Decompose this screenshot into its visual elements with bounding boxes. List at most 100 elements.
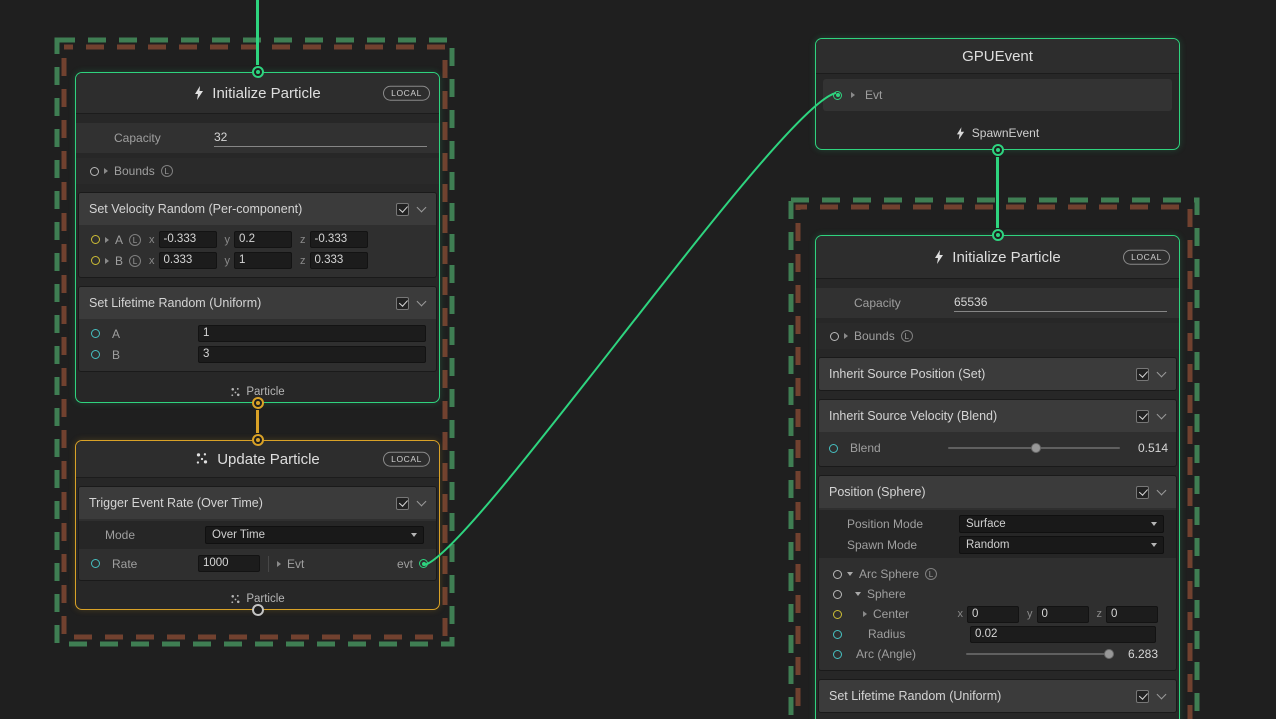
- value-field[interactable]: 1: [198, 325, 426, 342]
- x-field[interactable]: 0.333: [159, 252, 217, 269]
- foldout-arrow-icon[interactable]: [855, 592, 861, 596]
- evt-output-port[interactable]: [419, 559, 428, 568]
- node-initialize-particle-right[interactable]: Initialize Particle LOCAL Capacity 65536…: [815, 235, 1180, 719]
- enabled-checkbox[interactable]: [1136, 410, 1149, 423]
- x-field[interactable]: -0.333: [159, 231, 217, 248]
- evt-input-port[interactable]: [833, 91, 842, 100]
- arc-sphere-row: Arc Sphere L: [831, 564, 1168, 584]
- enabled-checkbox[interactable]: [396, 497, 409, 510]
- capacity-field[interactable]: 32: [214, 130, 427, 147]
- center-label: Center: [873, 607, 909, 621]
- local-space-icon[interactable]: L: [901, 330, 913, 342]
- particle-output-port[interactable]: [252, 397, 264, 409]
- position-mode-dropdown[interactable]: Surface: [959, 515, 1164, 533]
- node-initialize-particle-left[interactable]: Initialize Particle LOCAL Capacity 32 Bo…: [75, 72, 440, 403]
- float-port[interactable]: [91, 350, 100, 359]
- collapse-chevron-icon[interactable]: [1157, 486, 1167, 496]
- axis-z-label: z: [300, 234, 306, 246]
- enabled-checkbox[interactable]: [396, 203, 409, 216]
- block-inherit-source-position[interactable]: Inherit Source Position (Set): [818, 357, 1177, 391]
- vfx-graph-canvas[interactable]: Initialize Particle LOCAL Capacity 32 Bo…: [0, 0, 1276, 719]
- spawn-mode-dropdown[interactable]: Random: [959, 536, 1164, 554]
- bounds-port[interactable]: [830, 332, 839, 341]
- rate-field[interactable]: 1000: [198, 555, 260, 572]
- flow-input-port[interactable]: [992, 229, 1004, 241]
- center-y-field[interactable]: 0: [1037, 606, 1089, 623]
- blend-value[interactable]: 0.514: [1128, 441, 1168, 455]
- node-title: Initialize Particle: [952, 249, 1060, 266]
- spawn-event-output-port[interactable]: [992, 144, 1004, 156]
- block-trigger-event-rate[interactable]: Trigger Event Rate (Over Time) Mode Over…: [78, 486, 437, 581]
- block-inherit-source-velocity[interactable]: Inherit Source Velocity (Blend) Blend 0.…: [818, 399, 1177, 467]
- arc-angle-row: Arc (Angle) 6.283: [831, 644, 1168, 664]
- float-port[interactable]: [91, 329, 100, 338]
- float-port[interactable]: [829, 444, 838, 453]
- local-space-icon[interactable]: L: [161, 165, 173, 177]
- edge-evt-to-gpuevent[interactable]: [424, 93, 836, 565]
- flow-input-port[interactable]: [252, 434, 264, 446]
- y-field[interactable]: 0.2: [234, 231, 292, 248]
- position-mode-value: Surface: [966, 518, 1006, 530]
- collapse-chevron-icon[interactable]: [417, 203, 427, 213]
- bounds-label: Bounds: [854, 329, 895, 343]
- block-title: Set Velocity Random (Per-component): [89, 202, 302, 216]
- y-field[interactable]: 1: [234, 252, 292, 269]
- expand-arrow-icon[interactable]: [105, 258, 109, 264]
- bounds-port[interactable]: [90, 167, 99, 176]
- arc-slider[interactable]: [966, 648, 1110, 660]
- expand-arrow-icon[interactable]: [851, 92, 855, 98]
- radius-field[interactable]: 0.02: [970, 626, 1156, 643]
- vector-port[interactable]: [91, 256, 100, 265]
- mode-dropdown[interactable]: Over Time: [205, 526, 424, 544]
- particle-output-port[interactable]: [252, 604, 264, 616]
- footer-label: Particle: [246, 386, 284, 398]
- enabled-checkbox[interactable]: [1136, 486, 1149, 499]
- enabled-checkbox[interactable]: [1136, 368, 1149, 381]
- expand-arrow-icon[interactable]: [277, 561, 281, 567]
- arc-port[interactable]: [833, 650, 842, 659]
- capacity-row: Capacity 32: [76, 123, 439, 153]
- float-port[interactable]: [91, 559, 100, 568]
- expand-arrow-icon[interactable]: [863, 611, 867, 617]
- node-update-particle[interactable]: Update Particle LOCAL Trigger Event Rate…: [75, 440, 440, 610]
- mode-label: Mode: [105, 528, 205, 542]
- z-field[interactable]: -0.333: [310, 231, 368, 248]
- block-set-velocity-random[interactable]: Set Velocity Random (Per-component) A L …: [78, 192, 437, 278]
- local-space-icon[interactable]: L: [129, 255, 141, 267]
- collapse-chevron-icon[interactable]: [1157, 368, 1167, 378]
- expand-arrow-icon[interactable]: [105, 237, 109, 243]
- arc-sphere-port[interactable]: [833, 570, 842, 579]
- blend-slider[interactable]: [948, 442, 1120, 454]
- center-x-field[interactable]: 0: [967, 606, 1019, 623]
- arc-value[interactable]: 6.283: [1118, 647, 1158, 661]
- node-gpu-event[interactable]: GPUEvent Evt SpawnEvent: [815, 38, 1180, 150]
- vector-port[interactable]: [91, 235, 100, 244]
- block-set-lifetime-random[interactable]: Set Lifetime Random (Uniform) A 1 B 3: [78, 286, 437, 372]
- flow-input-port[interactable]: [252, 66, 264, 78]
- capacity-field[interactable]: 65536: [954, 295, 1167, 312]
- collapse-chevron-icon[interactable]: [417, 497, 427, 507]
- slider-thumb[interactable]: [1104, 649, 1114, 659]
- node-header: Initialize Particle LOCAL: [76, 73, 439, 114]
- value-field[interactable]: 3: [198, 346, 426, 363]
- enabled-checkbox[interactable]: [396, 297, 409, 310]
- foldout-arrow-icon[interactable]: [847, 572, 853, 576]
- enabled-checkbox[interactable]: [1136, 690, 1149, 703]
- collapse-chevron-icon[interactable]: [1157, 690, 1167, 700]
- collapse-chevron-icon[interactable]: [1157, 410, 1167, 420]
- expand-arrow-icon[interactable]: [104, 168, 108, 174]
- slider-thumb[interactable]: [1031, 443, 1041, 453]
- axis-z-label: z: [1097, 608, 1103, 620]
- rate-label: Rate: [112, 557, 192, 571]
- radius-port[interactable]: [833, 630, 842, 639]
- local-space-icon[interactable]: L: [129, 234, 141, 246]
- sphere-port[interactable]: [833, 590, 842, 599]
- block-position-sphere[interactable]: Position (Sphere) Position Mode Surface …: [818, 475, 1177, 671]
- expand-arrow-icon[interactable]: [844, 333, 848, 339]
- center-port[interactable]: [833, 610, 842, 619]
- collapse-chevron-icon[interactable]: [417, 297, 427, 307]
- center-z-field[interactable]: 0: [1106, 606, 1158, 623]
- local-space-icon[interactable]: L: [925, 568, 937, 580]
- block-set-lifetime-random[interactable]: Set Lifetime Random (Uniform): [818, 679, 1177, 713]
- z-field[interactable]: 0.333: [310, 252, 368, 269]
